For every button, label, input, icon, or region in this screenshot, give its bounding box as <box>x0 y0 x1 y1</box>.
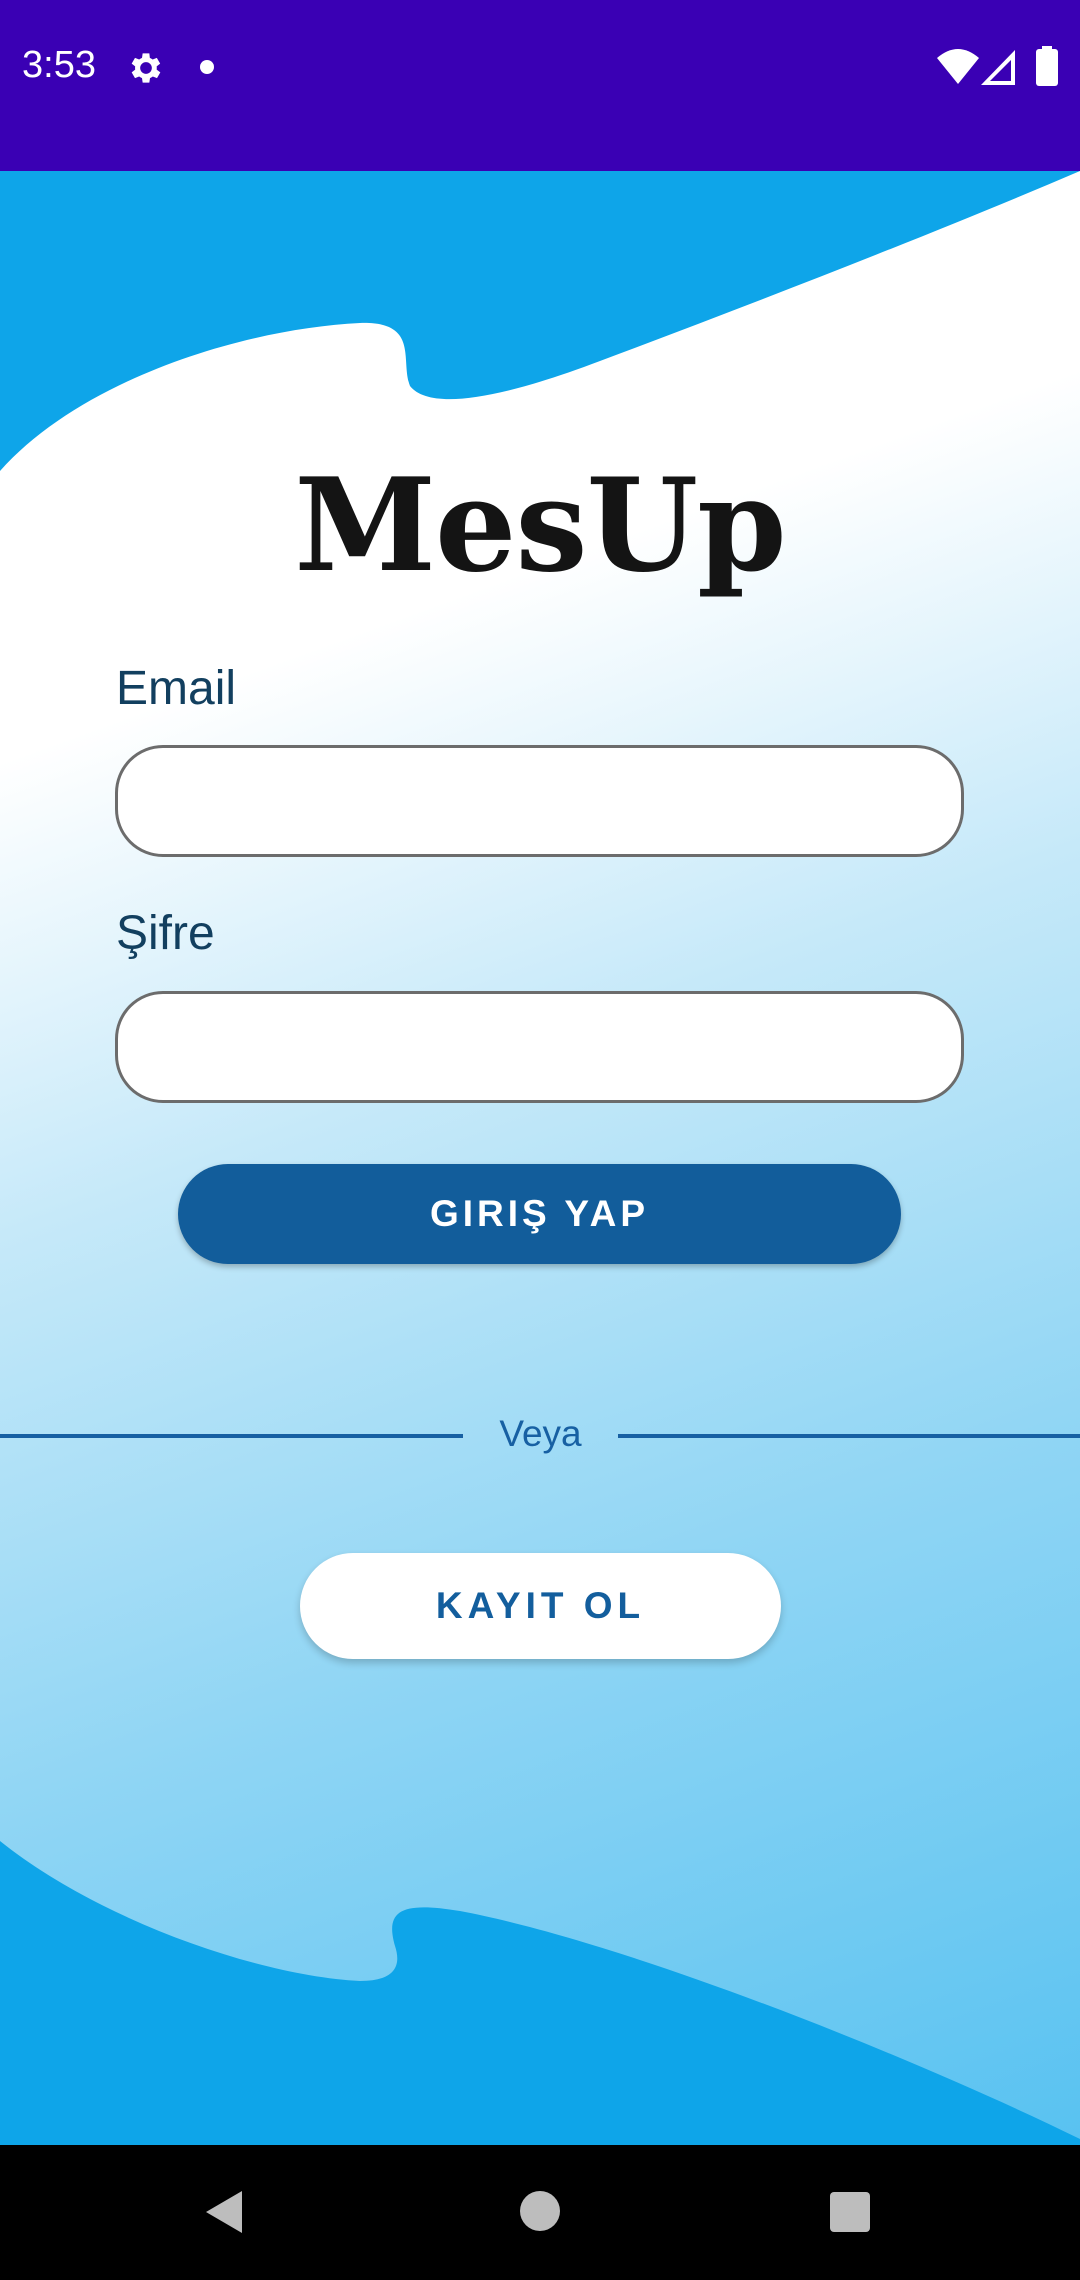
email-field[interactable] <box>115 745 964 857</box>
divider-text: Veya <box>499 1413 582 1454</box>
back-icon[interactable] <box>202 2189 246 2235</box>
gear-icon <box>131 53 161 83</box>
signal-icon <box>981 50 1015 85</box>
divider-line-left <box>0 1434 463 1438</box>
recents-icon[interactable] <box>830 2192 870 2232</box>
home-icon[interactable] <box>520 2191 560 2231</box>
notification-dot-icon <box>200 60 214 74</box>
battery-icon <box>1036 46 1058 86</box>
navigation-bar <box>0 2145 1080 2280</box>
login-screen: MesUp Email Şifre GIRIŞ YAP Veya KAYIT O… <box>0 171 1080 2145</box>
divider-line-right <box>618 1434 1080 1438</box>
phone-screen: 3:53 MesUp Email Şifre GIRIŞ YAP Veya KA… <box>0 0 1080 2280</box>
app-title: MesUp <box>294 451 786 601</box>
status-time: 3:53 <box>22 44 96 86</box>
password-label: Şifre <box>116 907 215 960</box>
email-label: Email <box>116 662 237 715</box>
login-button[interactable]: GIRIŞ YAP <box>178 1164 901 1264</box>
password-field[interactable] <box>115 991 964 1103</box>
wifi-icon <box>937 49 979 84</box>
register-button[interactable]: KAYIT OL <box>300 1553 781 1659</box>
status-bar: 3:53 <box>0 0 1080 171</box>
